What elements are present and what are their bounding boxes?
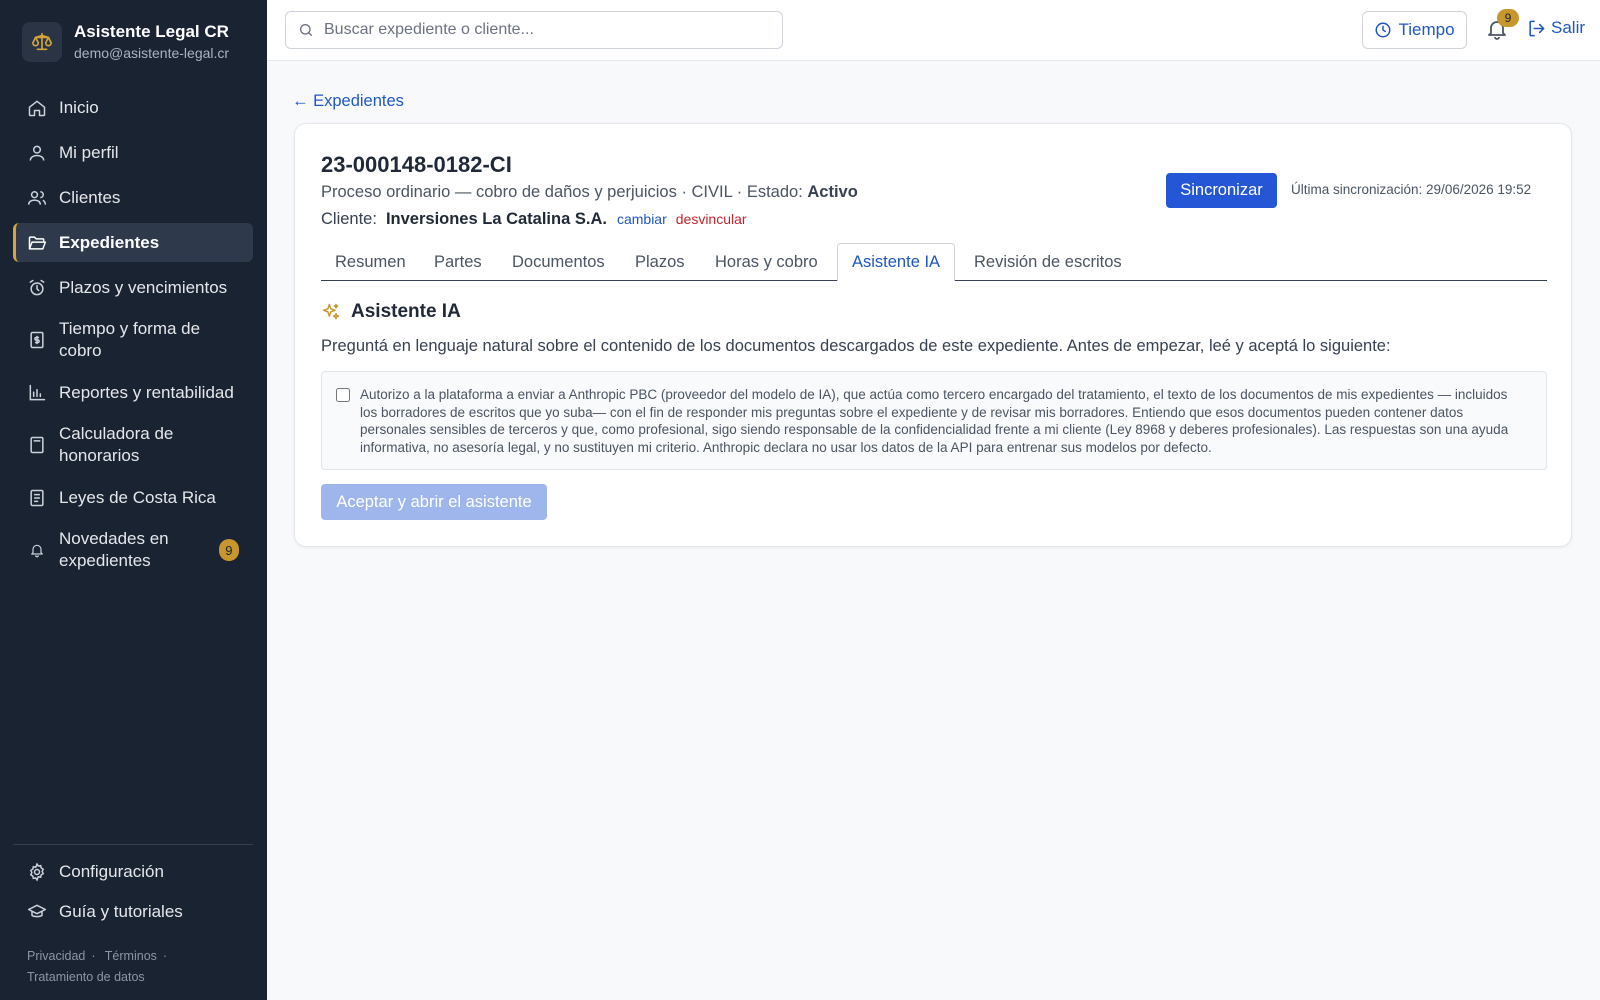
privacy-link[interactable]: Privacidad — [27, 949, 85, 963]
accept-open-assistant-button[interactable]: Aceptar y abrir el asistente — [321, 484, 547, 520]
consent-checkbox[interactable] — [336, 388, 350, 402]
sidebar-item-guia[interactable]: Guía y tutoriales — [13, 894, 253, 930]
sidebar-item-plazos[interactable]: Plazos y vencimientos — [13, 268, 253, 307]
time-button[interactable]: Tiempo — [1362, 11, 1467, 49]
logout-icon — [1527, 19, 1546, 38]
sidebar-item-leyes[interactable]: Leyes de Costa Rica — [13, 478, 253, 517]
sidebar-item-label: Novedades en expedientes — [59, 529, 169, 570]
client-row: Cliente: Inversiones La Catalina S.A. ca… — [321, 210, 747, 229]
case-tabs: Resumen Partes Documentos Plazos Horas y… — [321, 243, 1547, 281]
users-icon — [27, 188, 47, 208]
sidebar-divider — [13, 844, 253, 845]
case-status: Activo — [807, 183, 858, 201]
sidebar-item-label: Leyes de Costa Rica — [59, 487, 216, 507]
search-icon — [298, 22, 314, 38]
tab-resumen[interactable]: Resumen — [335, 243, 406, 281]
tab-asistente-ia[interactable]: Asistente IA — [837, 243, 956, 281]
search-input[interactable] — [324, 21, 764, 39]
graduation-cap-icon — [27, 902, 47, 922]
case-description: Proceso ordinario — cobro de daños y per… — [321, 183, 803, 201]
unlink-client-link[interactable]: desvincular — [676, 211, 747, 227]
alarm-clock-icon — [27, 278, 47, 298]
home-icon — [27, 98, 47, 118]
data-treatment-link[interactable]: Tratamiento de datos — [27, 970, 145, 984]
logout-button[interactable]: Salir — [1527, 18, 1585, 38]
sidebar-item-expedientes[interactable]: Expedientes — [13, 223, 253, 262]
sidebar-item-label: Reportes y rentabilidad — [59, 382, 234, 402]
case-number: 23-000148-0182-CI — [321, 152, 512, 177]
receipt-icon — [27, 330, 47, 350]
last-sync-info: Última sincronización: 29/06/2026 19:52 — [1291, 182, 1532, 197]
sidebar-item-label: Expedientes — [59, 232, 160, 252]
sidebar-item-novedades[interactable]: Novedades en expedientes 9 — [13, 523, 253, 577]
assistant-header: Asistente IA — [321, 301, 461, 323]
bar-chart-icon — [27, 383, 47, 403]
tab-partes[interactable]: Partes — [434, 243, 482, 281]
sidebar-item-label: Mi perfil — [59, 142, 119, 162]
sidebar-item-calculadora[interactable]: Calculadora de honorarios — [13, 418, 253, 472]
sidebar-item-label: Calculadora de honorarios — [59, 424, 174, 465]
notifications-badge: 9 — [1497, 9, 1519, 27]
tab-revision-escritos[interactable]: Revisión de escritos — [974, 243, 1122, 281]
back-to-expedientes-link[interactable]: ← Expedientes — [292, 92, 404, 111]
legal-separator: · — [91, 949, 96, 963]
tab-plazos[interactable]: Plazos — [635, 243, 685, 281]
tab-documentos[interactable]: Documentos — [512, 243, 605, 281]
sidebar-item-label: Plazos y vencimientos — [59, 277, 228, 297]
sidebar-item-mi-perfil[interactable]: Mi perfil — [13, 133, 253, 172]
time-button-label: Tiempo — [1398, 20, 1455, 39]
assistant-description: Preguntá en lenguaje natural sobre el co… — [321, 337, 1391, 355]
client-label: Cliente: — [321, 210, 377, 228]
sidebar-item-label: Guía y tutoriales — [59, 902, 183, 921]
notification-badge: 9 — [218, 539, 239, 561]
terms-link[interactable]: Términos — [105, 949, 157, 963]
calculator-icon — [27, 435, 47, 455]
client-name: Inversiones La Catalina S.A. — [385, 210, 607, 228]
gear-icon — [27, 862, 47, 882]
sidebar-bottom: Configuración Guía y tutoriales — [13, 854, 253, 934]
sidebar-item-reportes[interactable]: Reportes y rentabilidad — [13, 373, 253, 412]
scales-icon — [22, 22, 62, 62]
brand-title: Asistente Legal CR — [74, 22, 229, 41]
consent-box: Autorizo a la plataforma a enviar a Anth… — [321, 371, 1547, 470]
assistant-title: Asistente IA — [351, 301, 461, 322]
sparkles-icon — [321, 302, 341, 322]
user-icon — [27, 143, 47, 163]
sidebar-nav: Inicio Mi perfil Clientes Expedientes Pl… — [13, 88, 253, 583]
case-card: 23-000148-0182-CI Proceso ordinario — co… — [294, 123, 1572, 547]
book-icon — [27, 488, 47, 508]
case-subtitle: Proceso ordinario — cobro de daños y per… — [321, 183, 858, 202]
sidebar-item-label: Inicio — [59, 97, 99, 117]
change-client-link[interactable]: cambiar — [617, 211, 667, 227]
consent-text: Autorizo a la plataforma a enviar a Anth… — [360, 387, 1509, 455]
sidebar-item-clientes[interactable]: Clientes — [13, 178, 253, 217]
tab-horas-cobro[interactable]: Horas y cobro — [715, 243, 818, 281]
legal-links: Privacidad · Términos · Tratamiento de dat… — [27, 946, 247, 988]
user-email: demo@asistente-legal.cr — [74, 45, 230, 61]
search-box[interactable] — [285, 11, 783, 49]
sidebar-item-label: Tiempo y forma de cobro — [59, 319, 201, 360]
clock-icon — [1374, 21, 1392, 39]
sidebar-item-label: Configuración — [59, 862, 164, 881]
sync-button[interactable]: Sincronizar — [1166, 173, 1277, 208]
sidebar-item-tiempo-cobro[interactable]: Tiempo y forma de cobro — [13, 313, 253, 367]
folder-open-icon — [27, 233, 47, 253]
logout-label: Salir — [1551, 18, 1586, 37]
bell-icon — [27, 540, 47, 560]
sidebar-item-label: Clientes — [59, 187, 121, 207]
sidebar: Asistente Legal CR demo@asistente-legal.… — [0, 0, 267, 1000]
legal-separator: · — [162, 949, 168, 963]
sidebar-item-inicio[interactable]: Inicio — [13, 88, 253, 127]
sidebar-item-configuracion[interactable]: Configuración — [13, 854, 253, 890]
brand: Asistente Legal CR demo@asistente-legal.… — [22, 22, 229, 62]
topbar: Tiempo 9 Salir — [267, 0, 1600, 61]
